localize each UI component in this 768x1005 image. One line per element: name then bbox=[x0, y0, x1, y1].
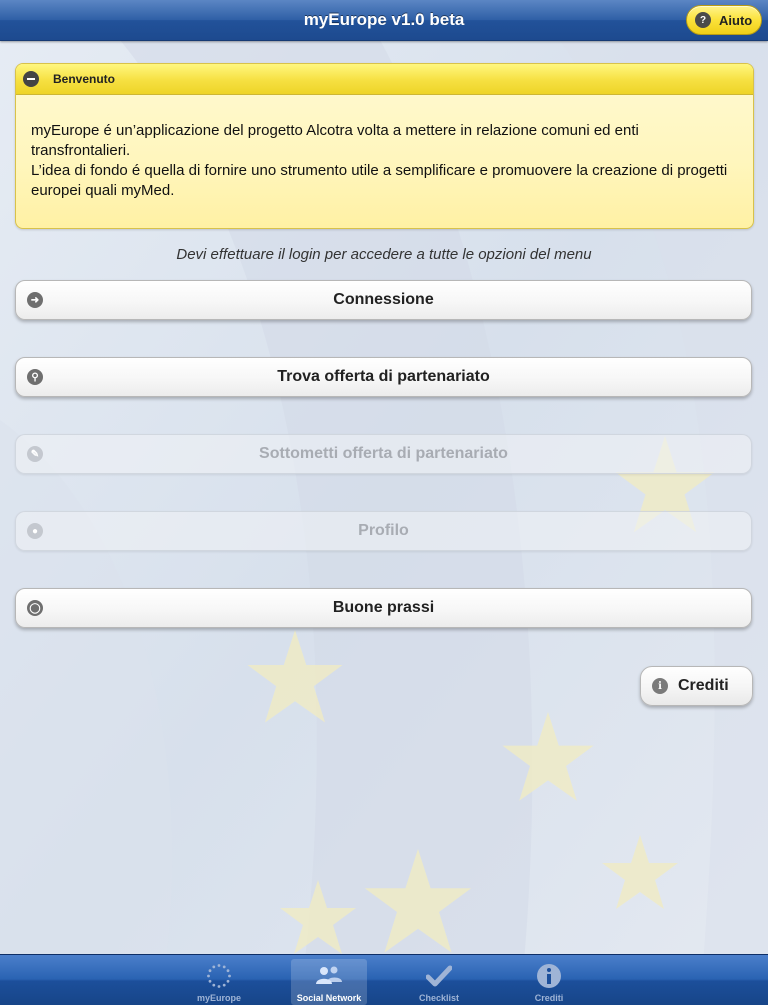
tab-credits[interactable]: Crediti bbox=[511, 959, 587, 1005]
credits-label: Crediti bbox=[678, 677, 729, 694]
find-partnership-label: Trova offerta di partenariato bbox=[277, 368, 490, 385]
login-arrow-icon: ➜ bbox=[27, 292, 43, 308]
submit-partnership-label: Sottometti offerta di partenariato bbox=[259, 445, 508, 462]
people-icon bbox=[314, 962, 344, 990]
profile-button[interactable]: ● Profilo bbox=[15, 511, 752, 551]
info-icon bbox=[534, 962, 564, 990]
tab-checklist[interactable]: Checklist bbox=[401, 959, 477, 1005]
tab-myeurope-label: myEurope bbox=[196, 993, 241, 1003]
info-icon: i bbox=[652, 678, 668, 694]
login-hint: Devi effettuare il login per accedere a … bbox=[176, 246, 592, 263]
tab-bar: myEurope Social Network Checklist Credit… bbox=[0, 954, 768, 1005]
navigation-bar: myEurope v1.0 beta ? Aiuto bbox=[0, 0, 768, 41]
welcome-paragraph-2: L’idea di fondo é quella di fornire uno … bbox=[31, 162, 728, 199]
tab-myeurope[interactable]: myEurope bbox=[181, 959, 257, 1005]
find-partnership-button[interactable]: ⚲ Trova offerta di partenariato bbox=[15, 357, 752, 397]
help-label: Aiuto bbox=[719, 12, 753, 28]
checkmark-icon bbox=[424, 962, 454, 990]
collapse-icon[interactable] bbox=[23, 71, 39, 87]
good-practices-label: Buone prassi bbox=[332, 599, 435, 616]
tab-social-network[interactable]: Social Network bbox=[291, 959, 367, 1005]
tab-checklist-label: Checklist bbox=[418, 993, 460, 1003]
good-practices-button[interactable]: ◯ Buone prassi bbox=[15, 588, 752, 628]
app-title: myEurope v1.0 beta bbox=[303, 10, 465, 29]
welcome-heading: Benvenuto bbox=[53, 72, 116, 86]
welcome-panel-header[interactable]: Benvenuto bbox=[16, 64, 753, 95]
login-button[interactable]: ➜ Connessione bbox=[15, 280, 752, 320]
speech-bubble-icon: ◯ bbox=[27, 600, 43, 616]
submit-partnership-button[interactable]: ✎ Sottometti offerta di partenariato bbox=[15, 434, 752, 474]
welcome-paragraph-1: myEurope é un’applicazione del progetto … bbox=[31, 122, 639, 159]
login-button-label: Connessione bbox=[333, 291, 434, 308]
tab-social-network-label: Social Network bbox=[296, 993, 362, 1003]
user-icon: ● bbox=[27, 523, 43, 539]
help-icon: ? bbox=[695, 12, 711, 28]
profile-label: Profilo bbox=[358, 522, 409, 539]
help-button[interactable]: ? Aiuto bbox=[686, 5, 762, 35]
tab-credits-label: Crediti bbox=[534, 993, 564, 1003]
welcome-panel: Benvenuto myEurope é un’applicazione del… bbox=[15, 63, 754, 229]
pencil-icon: ✎ bbox=[27, 446, 43, 462]
welcome-text: myEurope é un’applicazione del progetto … bbox=[16, 95, 753, 201]
eu-stars-icon bbox=[204, 962, 234, 990]
credits-button[interactable]: i Crediti bbox=[640, 666, 753, 706]
search-icon: ⚲ bbox=[27, 369, 43, 385]
